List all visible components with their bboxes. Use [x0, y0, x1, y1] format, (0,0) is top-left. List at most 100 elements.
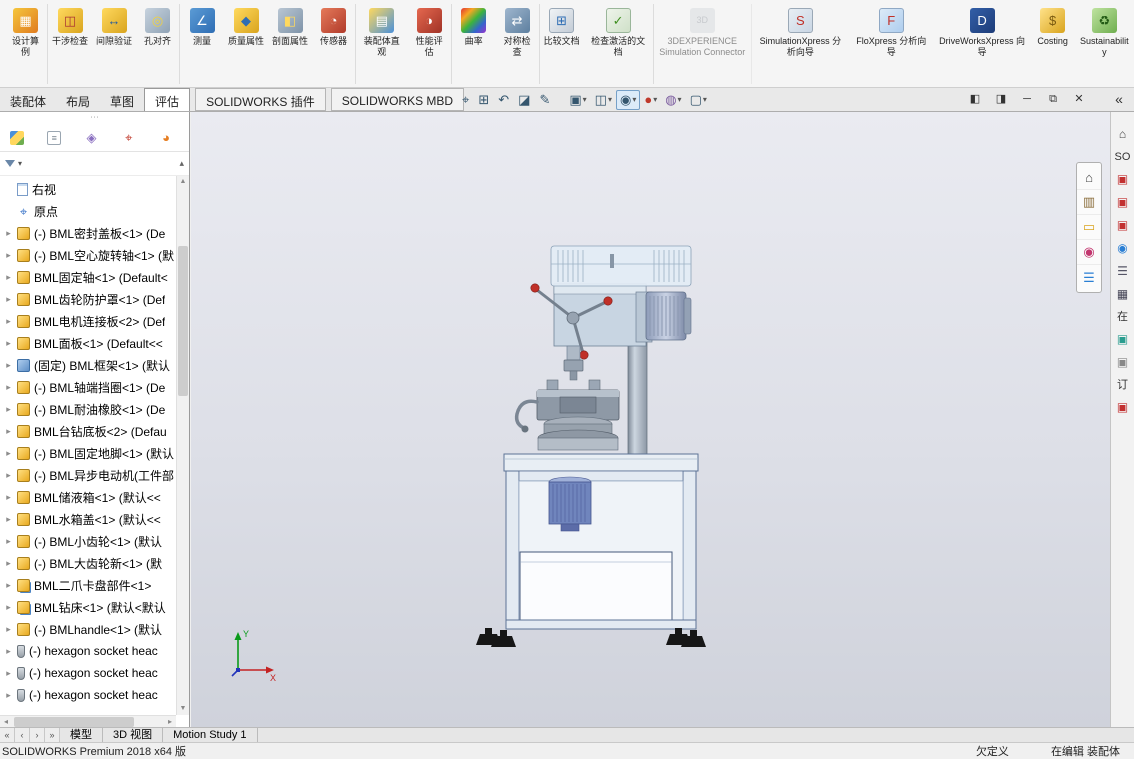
expand-arrow-icon[interactable]: ▸	[4, 382, 13, 393]
tree-item[interactable]: ▸ BML水箱盖<1> (默认<<	[0, 508, 176, 530]
expand-arrow-icon[interactable]: ▸	[4, 492, 13, 503]
expand-arrow-icon[interactable]: ▸	[4, 690, 13, 701]
design-library-tab[interactable]: ▥	[1077, 190, 1101, 215]
graphics-area[interactable]: Y X ⌂ ▥ ▭ ◉ ☰	[191, 112, 1110, 727]
tree-item[interactable]: ▸ (-) hexagon socket heac	[0, 640, 176, 662]
document-tab[interactable]: 3D 视图	[103, 728, 164, 742]
solidworks-resources-tab[interactable]: ⌂	[1077, 165, 1101, 190]
dynamic-annotations-button[interactable]: ✎	[535, 90, 555, 110]
hide-show-items-button[interactable]: ◉ ▾	[615, 89, 641, 110]
command-tab[interactable]: 草图	[100, 88, 144, 111]
tree-item[interactable]: ▸ BML电机连接板<2> (Def	[0, 310, 176, 332]
tree-item[interactable]: ▸ (-) BMLhandle<1> (默认	[0, 618, 176, 640]
previous-tab-button[interactable]: ‹	[15, 728, 30, 742]
assembly-visualization-button[interactable]: ▤ 装配体直观	[356, 4, 408, 84]
interference-check-button[interactable]: ◫ 干涉检查	[48, 4, 92, 84]
edit-appearance-button[interactable]: ● ▾	[640, 90, 661, 109]
scroll-left-icon[interactable]: ◂	[0, 716, 12, 727]
tree-item[interactable]: ▸ BML钻床<1> (默认<默认	[0, 596, 176, 618]
tree-item[interactable]: ▸ (-) BML密封盖板<1> (De	[0, 222, 176, 244]
document-tab[interactable]: 模型	[60, 728, 103, 742]
tree-item[interactable]: ▸ (-) BML大齿轮新<1> (默	[0, 552, 176, 574]
command-tab[interactable]: SOLIDWORKS 插件	[195, 88, 326, 111]
restore-window-button[interactable]: ⧉	[1040, 88, 1066, 110]
previous-view-button[interactable]: ↶	[494, 90, 514, 110]
expand-arrow-icon[interactable]: ▸	[4, 338, 13, 349]
tree-item[interactable]: ▸ (-) BML耐油橡胶<1> (De	[0, 398, 176, 420]
featuremanager-tab[interactable]	[6, 127, 28, 149]
zoom-area-button[interactable]: ⊞	[474, 90, 494, 110]
taskpane-red-icon-4[interactable]: ▣	[1117, 401, 1128, 414]
apply-scene-button[interactable]: ◍ ▾	[661, 90, 685, 110]
filter-dropdown-icon[interactable]: ▾	[18, 159, 22, 168]
view-orientation-button[interactable]: ▣ ▾	[565, 90, 590, 110]
tree-item[interactable]: ▸ (-) BML轴端挡圈<1> (De	[0, 376, 176, 398]
floxpress-button[interactable]: F FloXpress 分析向导	[849, 4, 934, 84]
next-tab-button[interactable]: ›	[30, 728, 45, 742]
configurationmanager-tab[interactable]: ◈	[81, 127, 103, 149]
taskpane-red-icon-1[interactable]: ▣	[1117, 173, 1128, 186]
minimize-window-button[interactable]: ─	[1014, 88, 1040, 110]
tree-item[interactable]: ▸ BML储液箱<1> (默认<<	[0, 486, 176, 508]
appearances-scenes-tab[interactable]: ◉	[1077, 240, 1101, 265]
symmetry-check-button[interactable]: ⇄ 对称检查	[496, 4, 540, 84]
curvature-button[interactable]: 曲率	[452, 4, 496, 84]
tree-horizontal-scrollbar[interactable]: ◂ ▸	[0, 715, 176, 727]
expand-arrow-icon[interactable]: ▸	[4, 470, 13, 481]
tree-item[interactable]: ▸ BML二爪卡盘部件<1>	[0, 574, 176, 596]
driveworksxpress-button[interactable]: D DriveWorksXpress 向导	[933, 4, 1030, 84]
compare-documents-button[interactable]: ⊞ 比较文档	[540, 4, 584, 84]
section-view-button[interactable]: ◪	[514, 90, 535, 110]
sensors-button[interactable]: ◔ 传感器	[312, 4, 356, 84]
view-settings-button[interactable]: ▢ ▾	[686, 90, 711, 110]
expand-arrow-icon[interactable]: ▸	[4, 272, 13, 283]
tree-item[interactable]: ▸ (-) hexagon socket heac	[0, 662, 176, 684]
tree-item[interactable]: ▸ BML台钻底板<2> (Defau	[0, 420, 176, 442]
custom-properties-tab[interactable]: ☰	[1077, 265, 1101, 290]
expand-arrow-icon[interactable]: ▸	[4, 448, 13, 459]
taskpane-list-icon[interactable]: ☰	[1117, 265, 1128, 278]
check-active-document-button[interactable]: ✓ 检查激活的文档	[584, 4, 654, 84]
scroll-down-icon[interactable]: ▼	[177, 703, 189, 715]
taskpane-text-fragment[interactable]: SO	[1115, 151, 1131, 163]
document-tab[interactable]: Motion Study 1	[163, 728, 258, 742]
last-tab-button[interactable]: »	[45, 728, 60, 742]
tree-item[interactable]: ▸ (-) hexagon socket heac	[0, 684, 176, 706]
propertymanager-tab[interactable]: ≡	[43, 127, 65, 149]
expand-arrow-icon[interactable]: ▸	[4, 514, 13, 525]
tree-item[interactable]: ▸ BML固定轴<1> (Default<	[0, 266, 176, 288]
scroll-up-icon[interactable]: ▲	[177, 176, 189, 188]
expand-arrow-icon[interactable]: ▸	[4, 250, 13, 261]
taskpane-gray-icon[interactable]: ▣	[1117, 356, 1128, 369]
taskpane-home-icon[interactable]: ⌂	[1119, 128, 1126, 141]
tree-vertical-scrollbar[interactable]: ▲ ▼	[176, 176, 189, 715]
display-style-button[interactable]: ◫ ▾	[591, 90, 616, 110]
taskpane-text-fragment[interactable]: 订	[1117, 379, 1128, 391]
expand-arrow-icon[interactable]: ▸	[4, 294, 13, 305]
dimxpertmanager-tab[interactable]: ⌖	[118, 127, 140, 149]
drill-press-model[interactable]	[440, 232, 720, 692]
expand-arrow-icon[interactable]: ▸	[4, 646, 13, 657]
file-explorer-tab[interactable]: ▭	[1077, 215, 1101, 240]
taskpane-collapse-button[interactable]: «	[1107, 88, 1131, 110]
hole-alignment-button[interactable]: ◎ 孔对齐	[136, 4, 180, 84]
section-properties-button[interactable]: ◧ 剖面属性	[268, 4, 312, 84]
taskpane-teal-icon[interactable]: ▣	[1117, 333, 1128, 346]
command-tab[interactable]: 评估	[144, 88, 191, 111]
expand-arrow-icon[interactable]: ▸	[4, 536, 13, 547]
tree-item[interactable]: ▸ BML齿轮防护罩<1> (Def	[0, 288, 176, 310]
scroll-right-icon[interactable]: ▸	[164, 716, 176, 727]
tree-item[interactable]: ▸ (-) BML固定地脚<1> (默认	[0, 442, 176, 464]
dock-left-pane-button[interactable]: ◧	[962, 88, 988, 110]
close-window-button[interactable]: ✕	[1066, 88, 1092, 110]
taskpane-red-icon-3[interactable]: ▣	[1117, 219, 1128, 232]
expand-arrow-icon[interactable]: ▸	[4, 426, 13, 437]
tree-item[interactable]: ▸ BML面板<1> (Default<<	[0, 332, 176, 354]
command-tab[interactable]: 布局	[56, 88, 100, 111]
expand-arrow-icon[interactable]: ▸	[4, 360, 13, 371]
taskpane-text-fragment[interactable]: 在	[1117, 311, 1128, 323]
panel-collapse-button[interactable]: ▴	[179, 158, 184, 169]
dock-right-pane-button[interactable]: ◨	[988, 88, 1014, 110]
filter-funnel-icon[interactable]	[5, 160, 15, 167]
scrollbar-thumb[interactable]	[14, 717, 134, 727]
